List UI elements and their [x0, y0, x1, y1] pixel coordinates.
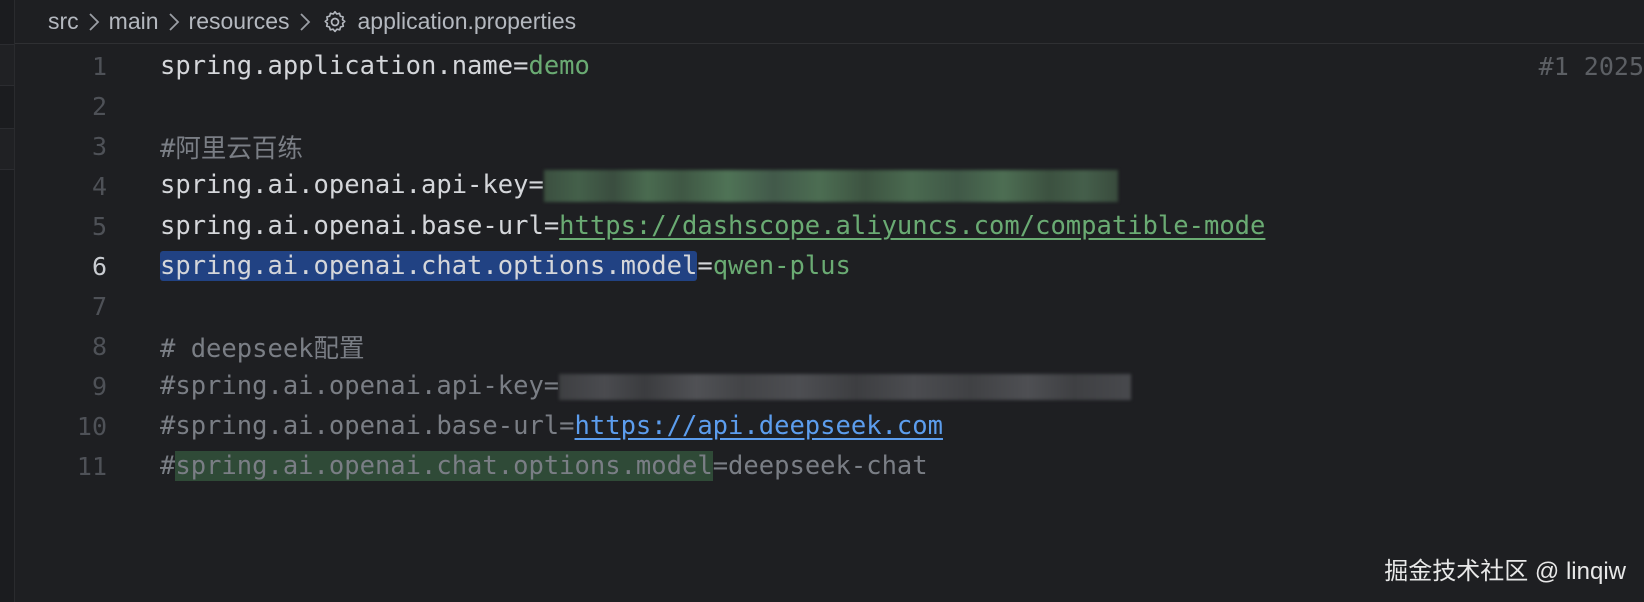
code-text[interactable]: spring.ai.openai.chat.options.model=qwen…: [160, 251, 851, 281]
left-gutter-strip: [0, 0, 15, 602]
equals-sign: =: [528, 170, 544, 200]
chevron-right-icon: [88, 12, 100, 32]
equals-sign: =: [513, 51, 529, 81]
line-number: 2: [91, 91, 107, 121]
breadcrumb-file-name[interactable]: application.properties: [358, 8, 577, 35]
line-number: 4: [91, 171, 107, 201]
code-line[interactable]: 1 spring.application.name=demo #1 2025: [15, 45, 1644, 87]
gear-icon: [322, 9, 348, 35]
code-line[interactable]: 2: [15, 85, 1644, 127]
code-line[interactable]: 9 #spring.ai.openai.api-key=: [15, 365, 1644, 407]
equals-sign: =: [543, 211, 560, 241]
breadcrumb-src[interactable]: src: [48, 8, 79, 35]
code-text[interactable]: #spring.ai.openai.base-url=https://api.d…: [160, 411, 943, 441]
breadcrumb-main[interactable]: main: [109, 8, 159, 35]
watermark: 掘金技术社区 @ linqiw: [1384, 558, 1626, 585]
code-line[interactable]: 5 spring.ai.openai.base-url=https://dash…: [15, 205, 1644, 247]
code-line[interactable]: 4 spring.ai.openai.api-key=: [15, 165, 1644, 207]
line-number: 5: [91, 211, 107, 241]
comment-text: # deepseek配置: [160, 333, 365, 364]
code-text[interactable]: spring.ai.openai.base-url=https://dashsc…: [160, 211, 1265, 241]
code-line-active[interactable]: 6 spring.ai.openai.chat.options.model=qw…: [15, 245, 1644, 287]
code-line[interactable]: 10 #spring.ai.openai.base-url=https://ap…: [15, 405, 1644, 447]
redacted-api-key: [559, 374, 1132, 400]
code-line[interactable]: 8 # deepseek配置: [15, 325, 1644, 367]
property-key: spring.ai.openai.base-url: [160, 211, 544, 241]
redacted-api-key: [543, 170, 1118, 202]
property-value: qwen-plus: [712, 251, 851, 281]
line-number: 1: [91, 51, 107, 81]
line-number: 10: [76, 411, 107, 441]
comment-text: #阿里云百练: [160, 133, 303, 164]
line-number: 9: [91, 371, 107, 401]
breadcrumb: src main resources application.propertie…: [15, 0, 1644, 44]
line-number: 6: [91, 251, 107, 281]
chevron-right-icon: [168, 12, 180, 32]
base-url-link[interactable]: https://dashscope.aliyuncs.com/compatibl…: [559, 211, 1265, 241]
comment-text: =deepseek-chat: [712, 451, 928, 481]
highlighted-occurrence: spring.ai.openai.chat.options.model: [175, 451, 713, 481]
code-text[interactable]: spring.ai.openai.api-key=: [160, 170, 1118, 202]
breadcrumb-resources[interactable]: resources: [189, 8, 290, 35]
line-number: 3: [91, 131, 107, 161]
code-text[interactable]: spring.application.name=demo: [160, 51, 590, 81]
code-line[interactable]: 3 #阿里云百练: [15, 125, 1644, 167]
gutter-marker: [0, 128, 14, 170]
line-number: 8: [91, 331, 107, 361]
comment-hash: #: [160, 451, 176, 481]
chevron-right-icon: [299, 12, 311, 32]
equals-sign: =: [697, 251, 713, 281]
property-key: spring.ai.openai.api-key: [160, 170, 529, 200]
selected-text[interactable]: spring.ai.openai.chat.options.model: [160, 251, 698, 281]
code-editor[interactable]: 1 spring.application.name=demo #1 2025 2…: [15, 45, 1644, 602]
line-number: 7: [91, 291, 107, 321]
code-text[interactable]: #spring.ai.openai.chat.options.model=dee…: [160, 451, 928, 481]
code-line[interactable]: 7: [15, 285, 1644, 327]
commit-hint: #1 2025: [1538, 51, 1644, 81]
property-key: spring.application.name: [160, 51, 514, 81]
code-line[interactable]: 11 #spring.ai.openai.chat.options.model=…: [15, 445, 1644, 487]
code-text[interactable]: #spring.ai.openai.api-key=: [160, 371, 1132, 401]
deepseek-url-link[interactable]: https://api.deepseek.com: [575, 411, 943, 441]
line-number: 11: [76, 451, 107, 481]
property-value: demo: [528, 51, 590, 81]
gutter-marker: [0, 44, 14, 86]
comment-text: #spring.ai.openai.base-url=: [160, 411, 575, 441]
comment-text: #spring.ai.openai.api-key=: [160, 371, 560, 401]
